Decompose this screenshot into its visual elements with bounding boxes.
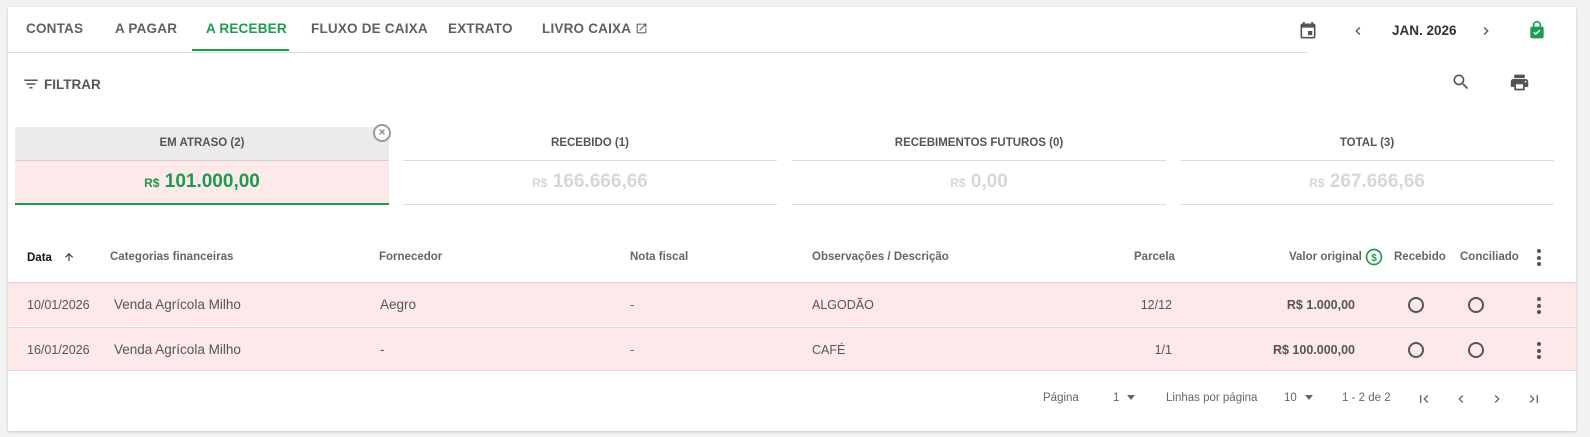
pagination-range: 1 - 2 de 2	[1342, 392, 1391, 404]
chevron-right-icon[interactable]	[1476, 21, 1496, 41]
cell-parcela: 1/1	[1154, 343, 1172, 357]
radio-recebido[interactable]	[1408, 297, 1424, 313]
column-header-fornecedor[interactable]: Fornecedor	[379, 251, 442, 263]
page-label: Página	[1043, 392, 1079, 404]
tab-livro-caixa-label: LIVRO CAIXA	[542, 21, 632, 36]
period-label: JAN. 2026	[1392, 23, 1457, 38]
lock-check-icon[interactable]	[1526, 18, 1548, 42]
summary-recebido[interactable]: RECEBIDO (1) R$ 166.666,66	[403, 127, 777, 205]
tab-livro-caixa[interactable]: LIVRO CAIXA	[542, 7, 648, 53]
cell-parcela: 12/12	[1140, 298, 1172, 312]
svg-text:$: $	[1371, 253, 1377, 264]
rows-per-page-label: Linhas por página	[1166, 392, 1258, 404]
filter-icon	[24, 79, 38, 89]
search-icon[interactable]	[1450, 71, 1472, 93]
cell-data: 10/01/2026	[27, 298, 90, 312]
caret-down-icon	[1127, 395, 1136, 400]
cell-nota-fiscal: -	[630, 343, 635, 357]
rows-per-page-select[interactable]: 10	[1284, 392, 1313, 404]
radio-conciliado[interactable]	[1468, 342, 1484, 358]
cell-data: 16/01/2026	[27, 343, 90, 357]
summary-recebimentos-futuros[interactable]: RECEBIMENTOS FUTUROS (0) R$ 0,00	[792, 127, 1166, 205]
summary-em-atraso[interactable]: EM ATRASO (2) R$ 101.000,00	[15, 127, 389, 205]
page-select[interactable]: 1	[1113, 392, 1136, 404]
column-header-conciliado[interactable]: Conciliado	[1460, 251, 1519, 263]
calendar-icon[interactable]	[1296, 19, 1320, 43]
cell-valor-original: R$ 100.000,00	[1272, 343, 1355, 357]
cell-valor-original: R$ 1.000,00	[1286, 298, 1355, 312]
summary-value: R$ 0,00	[792, 161, 1166, 205]
chevron-left-icon[interactable]	[1451, 389, 1471, 409]
radio-conciliado[interactable]	[1468, 297, 1484, 313]
cell-categoria: Venda Agrícola Milho	[114, 342, 241, 357]
table-row[interactable]: 16/01/2026 Venda Agrícola Milho - - CAFÉ…	[8, 327, 1576, 371]
cell-nota-fiscal: -	[630, 298, 635, 312]
column-header-observacoes[interactable]: Observações / Descrição	[812, 251, 949, 263]
tab-a-receber[interactable]: A RECEBER	[206, 7, 287, 53]
summary-value: R$ 267.666,66	[1180, 161, 1554, 205]
cell-categoria: Venda Agrícola Milho	[114, 297, 241, 312]
more-vert-icon[interactable]	[1537, 342, 1541, 362]
dollar-circle-icon[interactable]: $	[1364, 247, 1384, 267]
more-vert-icon[interactable]	[1537, 249, 1541, 269]
table-row[interactable]: 10/01/2026 Venda Agrícola Milho Aegro - …	[8, 282, 1576, 326]
cell-fornecedor: -	[380, 342, 385, 357]
more-vert-icon[interactable]	[1537, 297, 1541, 317]
cell-observacoes: CAFÉ	[812, 343, 846, 357]
tab-bar: CONTAS A PAGAR A RECEBER FLUXO DE CAIXA …	[8, 7, 1308, 53]
tab-a-pagar[interactable]: A PAGAR	[115, 7, 177, 53]
main-card: CONTAS A PAGAR A RECEBER FLUXO DE CAIXA …	[8, 7, 1576, 431]
chevron-right-icon[interactable]	[1487, 389, 1507, 409]
filter-label: FILTRAR	[44, 76, 101, 92]
column-header-valor-original[interactable]: Valor original	[1289, 251, 1362, 263]
chevron-left-icon[interactable]	[1348, 21, 1368, 41]
external-link-icon	[635, 9, 648, 52]
tab-extrato[interactable]: EXTRATO	[448, 7, 513, 53]
radio-recebido[interactable]	[1408, 342, 1424, 358]
print-icon[interactable]	[1507, 70, 1531, 94]
cell-fornecedor: Aegro	[380, 297, 417, 312]
summary-value: R$ 166.666,66	[403, 161, 777, 205]
summary-title: RECEBIMENTOS FUTUROS (0)	[792, 127, 1166, 161]
summary-value: R$ 101.000,00	[15, 161, 389, 205]
summary-title: RECEBIDO (1)	[403, 127, 777, 161]
first-page-icon[interactable]	[1414, 389, 1434, 409]
filter-button[interactable]: FILTRAR	[22, 75, 101, 93]
cell-observacoes: ALGODÃO	[812, 298, 874, 312]
tab-contas[interactable]: CONTAS	[26, 7, 83, 53]
tab-fluxo-de-caixa[interactable]: FLUXO DE CAIXA	[311, 7, 428, 53]
column-header-nota-fiscal[interactable]: Nota fiscal	[630, 251, 688, 263]
caret-down-icon	[1304, 395, 1313, 400]
column-header-categorias[interactable]: Categorias financeiras	[110, 251, 233, 263]
summary-title: TOTAL (3)	[1180, 127, 1554, 161]
column-header-recebido[interactable]: Recebido	[1394, 251, 1446, 263]
summary-title: EM ATRASO (2)	[15, 127, 389, 161]
last-page-icon[interactable]	[1524, 389, 1544, 409]
close-circle-icon[interactable]: ×	[373, 124, 391, 142]
summary-total[interactable]: TOTAL (3) R$ 267.666,66	[1180, 127, 1554, 205]
column-header-data[interactable]: Data	[27, 251, 75, 264]
column-header-parcela[interactable]: Parcela	[1134, 251, 1175, 263]
sort-arrow-up-icon[interactable]	[63, 251, 75, 263]
active-tab-indicator	[192, 49, 289, 51]
